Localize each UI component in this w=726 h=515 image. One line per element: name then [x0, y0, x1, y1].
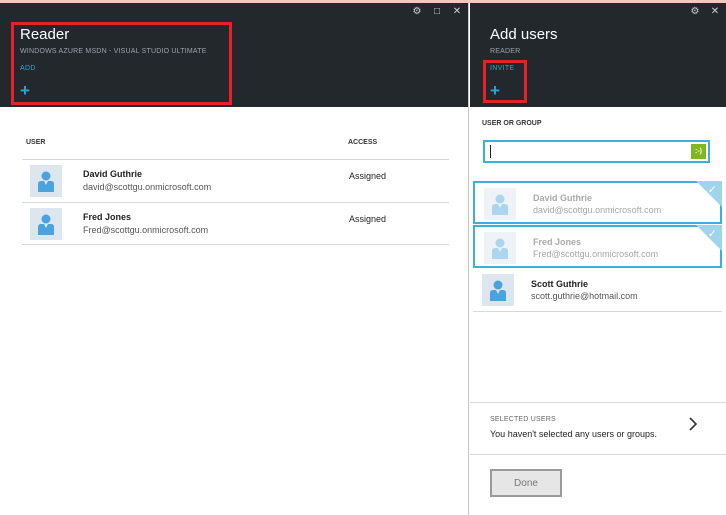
user-access: Assigned [349, 214, 387, 224]
chevron-right-icon[interactable] [688, 416, 698, 436]
result-list-bottom-divider [470, 402, 726, 403]
add-users-blade: ⚙ ✕ Add users READER INVITE + USER OR GR… [470, 3, 726, 515]
user-avatar-icon [484, 188, 516, 220]
add-users-blade-subtitle: READER [490, 48, 521, 55]
selected-users-message[interactable]: You haven't selected any users or groups… [490, 429, 657, 439]
result-user-email: scott.guthrie@hotmail.com [531, 291, 638, 301]
user-avatar-icon [484, 232, 516, 264]
reader-blade: ⚙ □ ✕ Reader WINDOWS AZURE MSDN - VISUAL… [0, 3, 469, 515]
footer-divider [470, 454, 726, 455]
table-row[interactable]: Fred Jones Fred@scottgu.onmicrosoft.com … [22, 202, 449, 245]
done-button[interactable]: Done [490, 469, 562, 497]
user-name: Fred Jones [83, 212, 132, 222]
user-result-item[interactable]: Fred Jones Fred@scottgu.onmicrosoft.com … [473, 225, 722, 268]
user-name: David Guthrie [83, 169, 143, 179]
invite-highlight [483, 60, 527, 103]
maximize-icon[interactable]: □ [432, 7, 442, 17]
user-search-input[interactable]: :-) [483, 140, 710, 163]
user-avatar-icon [482, 274, 514, 306]
user-avatar-icon [30, 165, 62, 197]
result-user-name: David Guthrie [533, 193, 593, 203]
smiley-icon: :-) [691, 144, 706, 159]
table-row[interactable]: David Guthrie david@scottgu.onmicrosoft.… [22, 159, 449, 202]
reader-window-controls: ⚙ □ ✕ [412, 7, 462, 17]
users-table-header: USER ACCESS [25, 139, 449, 159]
user-avatar-icon [30, 208, 62, 240]
user-access: Assigned [349, 171, 387, 181]
result-user-name: Fred Jones [533, 237, 582, 247]
user-email: david@scottgu.onmicrosoft.com [83, 182, 212, 192]
column-header-access: ACCESS [348, 139, 378, 146]
column-header-user: USER [26, 139, 46, 146]
selected-users-label[interactable]: SELECTED USERS [490, 416, 556, 423]
result-user-name: Scott Guthrie [531, 279, 589, 289]
user-or-group-label: USER OR GROUP [482, 120, 542, 127]
add-users-window-controls: ⚙ ✕ [690, 7, 720, 17]
close-icon[interactable]: ✕ [710, 7, 720, 17]
user-result-item[interactable]: Scott Guthrie scott.guthrie@hotmail.com [473, 269, 722, 312]
result-list-divider [473, 311, 722, 312]
close-icon[interactable]: ✕ [452, 7, 462, 17]
checkmark-icon: ✓ [707, 228, 717, 240]
settings-icon[interactable]: ⚙ [412, 7, 422, 17]
text-caret [490, 145, 491, 158]
user-email: Fred@scottgu.onmicrosoft.com [83, 225, 209, 235]
add-users-blade-title: Add users [490, 26, 558, 43]
result-user-email: david@scottgu.onmicrosoft.com [533, 205, 662, 215]
result-user-email: Fred@scottgu.onmicrosoft.com [533, 249, 659, 259]
settings-icon[interactable]: ⚙ [690, 7, 700, 17]
table-bottom-divider [22, 244, 449, 245]
user-result-item[interactable]: David Guthrie david@scottgu.onmicrosoft.… [473, 181, 722, 224]
reader-header-highlight [11, 22, 232, 105]
checkmark-icon: ✓ [707, 184, 717, 196]
